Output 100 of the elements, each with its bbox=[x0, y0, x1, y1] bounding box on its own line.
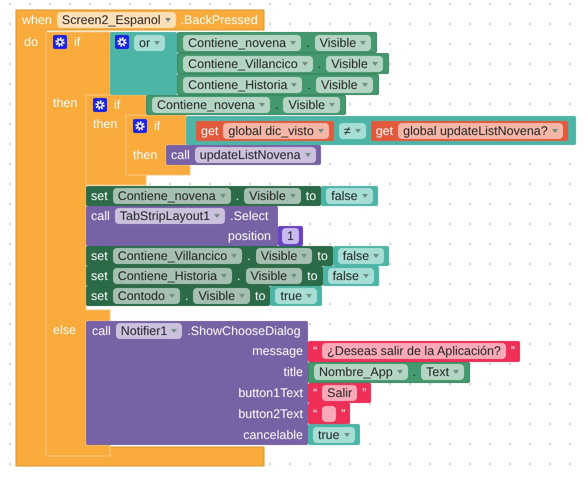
operator-dropdown[interactable]: or bbox=[134, 35, 166, 51]
keyword-label: to bbox=[306, 188, 316, 205]
keyword-label: call bbox=[171, 147, 190, 164]
caret-icon bbox=[306, 294, 312, 298]
text-field[interactable]: Salir bbox=[322, 384, 358, 401]
caret-icon bbox=[362, 194, 368, 198]
caret-icon bbox=[164, 18, 171, 22]
property-dropdown[interactable]: Visible bbox=[316, 76, 373, 92]
keyword-label: set bbox=[91, 268, 108, 285]
caret-icon bbox=[214, 214, 220, 218]
property-dropdown[interactable]: Visible bbox=[314, 34, 372, 50]
caret-icon bbox=[360, 40, 366, 44]
quote-label: “ bbox=[313, 406, 318, 423]
text-field[interactable] bbox=[322, 406, 336, 422]
variable-dropdown[interactable]: global updateListNovena? bbox=[398, 122, 563, 138]
keyword-label: to bbox=[307, 268, 318, 285]
caret-icon bbox=[259, 103, 265, 107]
gear-icon[interactable] bbox=[133, 119, 147, 133]
keyword-label: to bbox=[255, 288, 266, 305]
boolean-dropdown[interactable]: false bbox=[338, 248, 384, 264]
quote-label: ” bbox=[510, 343, 516, 360]
component-dropdown[interactable]: Nombre_App bbox=[314, 364, 408, 380]
caret-icon bbox=[362, 274, 369, 278]
quote-label: ” bbox=[341, 406, 346, 423]
keyword-label: else bbox=[53, 322, 76, 339]
operator-dropdown[interactable]: ≠ bbox=[338, 122, 366, 138]
number-field[interactable]: 1 bbox=[282, 228, 299, 244]
argument-label: title bbox=[284, 364, 303, 382]
keyword-label: call bbox=[91, 208, 110, 225]
keyword-label: get bbox=[201, 122, 218, 140]
keyword-label: to bbox=[317, 248, 328, 265]
keyword-label: get bbox=[376, 122, 394, 140]
property-dropdown[interactable]: Visible bbox=[326, 56, 383, 72]
keyword-label: if bbox=[154, 118, 160, 135]
boolean-dropdown[interactable]: true bbox=[275, 288, 318, 304]
method-label: .Select bbox=[230, 208, 268, 225]
keyword-label: call bbox=[92, 323, 111, 340]
quote-label: “ bbox=[313, 343, 318, 360]
caret-icon bbox=[552, 128, 558, 132]
caret-icon bbox=[231, 254, 238, 258]
caret-icon bbox=[396, 370, 403, 374]
caret-icon bbox=[318, 128, 324, 132]
component-dropdown[interactable]: Contiene_novena bbox=[183, 34, 302, 50]
caret-icon bbox=[302, 62, 308, 66]
method-label: .ShowChooseDialog bbox=[187, 323, 301, 340]
dot-label: . bbox=[247, 248, 251, 265]
component-dropdown[interactable]: Contiene_Villancico bbox=[112, 248, 242, 264]
dot-label: . bbox=[184, 288, 188, 305]
property-dropdown[interactable]: Visible bbox=[244, 188, 301, 204]
keyword-label: if bbox=[114, 97, 120, 114]
component-dropdown[interactable]: Contiene_Villancico bbox=[183, 56, 313, 72]
dot-label: . bbox=[318, 56, 322, 72]
dot-label: . bbox=[275, 97, 278, 114]
boolean-dropdown[interactable]: true bbox=[313, 426, 355, 443]
keyword-label: set bbox=[91, 288, 108, 305]
gear-icon[interactable] bbox=[93, 98, 107, 112]
quote-label: “ bbox=[313, 384, 318, 402]
procedure-dropdown[interactable]: updateListNovena bbox=[194, 147, 316, 163]
gear-icon[interactable] bbox=[115, 35, 129, 49]
argument-label: button1Text bbox=[238, 384, 303, 402]
component-dropdown[interactable]: Contiene_Historia bbox=[183, 76, 302, 92]
keyword-label: then bbox=[133, 147, 158, 164]
caret-icon bbox=[354, 128, 361, 132]
caret-icon bbox=[239, 294, 246, 298]
component-dropdown[interactable]: Screen2_Espanol bbox=[56, 12, 176, 28]
caret-icon bbox=[453, 370, 460, 374]
property-dropdown[interactable]: Visible bbox=[256, 248, 312, 264]
dot-label: . bbox=[412, 364, 416, 382]
caret-icon bbox=[291, 82, 298, 86]
caret-icon bbox=[221, 274, 228, 278]
argument-label: message bbox=[252, 343, 303, 360]
caret-icon bbox=[362, 82, 368, 86]
keyword-label: when bbox=[22, 12, 52, 29]
caret-icon bbox=[154, 41, 160, 45]
boolean-dropdown[interactable]: false bbox=[328, 268, 374, 284]
caret-icon bbox=[220, 194, 226, 198]
caret-icon bbox=[301, 254, 308, 258]
property-dropdown[interactable]: Visible bbox=[246, 268, 302, 284]
property-dropdown[interactable]: Text bbox=[421, 364, 464, 380]
variable-dropdown[interactable]: global dic_visto bbox=[223, 122, 329, 138]
component-dropdown[interactable]: Contiene_Historia bbox=[112, 268, 232, 284]
component-dropdown[interactable]: TabStripLayout1 bbox=[114, 208, 226, 224]
component-dropdown[interactable]: Contiene_novena bbox=[152, 97, 270, 113]
component-dropdown[interactable]: Contodo bbox=[112, 288, 180, 304]
keyword-label: if bbox=[74, 34, 80, 51]
component-dropdown[interactable]: Contiene_novena bbox=[112, 188, 231, 204]
caret-icon bbox=[344, 432, 350, 437]
keyword-label: set bbox=[91, 188, 108, 205]
text-field[interactable]: ¿Deseas salir de la Aplicación? bbox=[322, 343, 506, 360]
keyword-label: do bbox=[24, 34, 38, 51]
property-dropdown[interactable]: Visible bbox=[283, 97, 340, 113]
gear-icon[interactable] bbox=[53, 35, 67, 49]
caret-icon bbox=[290, 40, 296, 44]
caret-icon bbox=[372, 62, 378, 66]
keyword-label: then bbox=[93, 116, 118, 133]
quote-label: ” bbox=[362, 384, 366, 402]
boolean-dropdown[interactable]: false bbox=[326, 188, 373, 204]
component-dropdown[interactable]: Notifier1 bbox=[116, 323, 182, 339]
property-dropdown[interactable]: Visible bbox=[193, 288, 250, 304]
dot-label: . bbox=[236, 188, 240, 205]
